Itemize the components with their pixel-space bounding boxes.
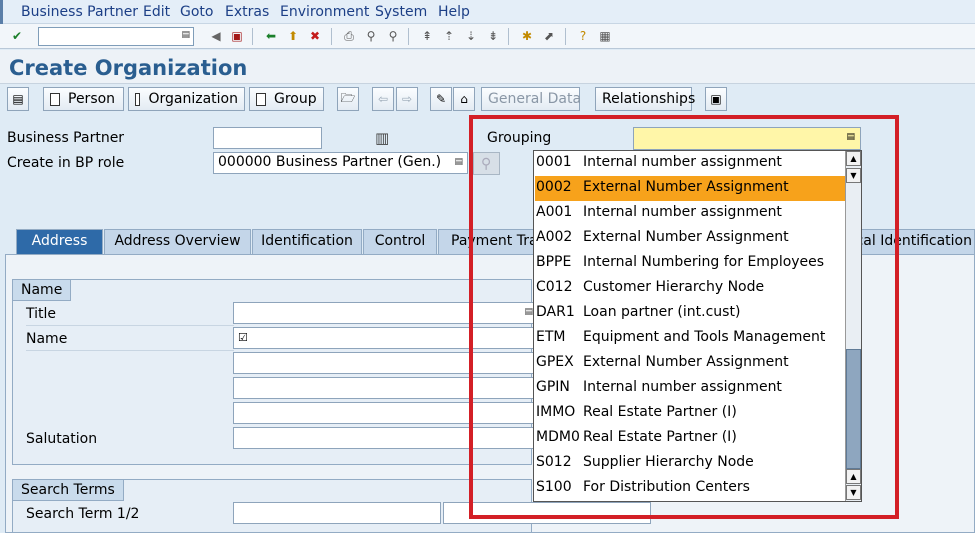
notes-icon: ▣ — [710, 92, 722, 106]
menu-environment[interactable]: Environment — [280, 4, 369, 20]
menu-bar-edge — [0, 0, 3, 24]
toolbar-separator — [331, 28, 332, 45]
factory-icon[interactable]: ▥ — [375, 129, 389, 147]
last-page-icon[interactable]: ⇟ — [484, 27, 502, 45]
hierarchy-icon: ⌂ — [460, 92, 468, 106]
previous-partner-button[interactable]: ⇦ — [372, 87, 394, 111]
business-partner-input[interactable] — [213, 127, 322, 149]
name-label: Name — [26, 329, 234, 351]
search-term-1-input[interactable] — [233, 502, 441, 524]
salutation-label: Salutation — [26, 431, 98, 447]
organization-button[interactable]: Organization — [128, 87, 245, 111]
business-partner-label: Business Partner — [7, 130, 125, 146]
title-bar: Create Organization — [0, 50, 975, 84]
bp-role-value: 000000 Business Partner (Gen.) — [218, 154, 442, 170]
menu-help[interactable]: Help — [438, 4, 470, 20]
command-field[interactable]: ▤ — [38, 27, 194, 46]
print-icon[interactable]: ⎙ — [340, 27, 358, 45]
group-button[interactable]: Group — [249, 87, 324, 111]
next-partner-button[interactable]: ⇨ — [396, 87, 418, 111]
toolbar-separator — [565, 28, 566, 45]
relationships-button-label: Relationships — [602, 91, 696, 107]
cancel-icon[interactable]: ✖ — [306, 27, 324, 45]
arrow-left-icon: ⇦ — [377, 92, 389, 106]
dropdown-arrow-icon: ▤ — [454, 157, 463, 167]
exit-icon[interactable]: ⬆ — [284, 27, 302, 45]
bp-role-select[interactable]: 000000 Business Partner (Gen.) ▤ — [213, 152, 468, 174]
title-label: Title — [26, 304, 234, 326]
switch-display-change-button[interactable]: ✎ — [430, 87, 452, 111]
arrow-right-icon: ⇨ — [401, 92, 413, 106]
toolbar-separator — [252, 28, 253, 45]
relationships-button[interactable]: Relationships — [595, 87, 696, 111]
menu-extras[interactable]: Extras — [225, 4, 269, 20]
open-folder-icon: 🗁 — [340, 90, 356, 105]
menu-business-partner[interactable]: Business Partner — [21, 4, 138, 20]
checkbox-icon: ☑ — [238, 331, 248, 344]
first-page-icon[interactable]: ⇞ — [418, 27, 436, 45]
shortcut-icon[interactable]: ⬈ — [540, 27, 558, 45]
find-icon[interactable]: ⚲ — [362, 27, 380, 45]
person-button[interactable]: Person — [43, 87, 124, 111]
menu-bar: Business Partner Edit Goto Extras Enviro… — [0, 0, 975, 24]
create-session-icon[interactable]: ✱ — [518, 27, 536, 45]
bp-role-label: Create in BP role — [7, 155, 125, 171]
application-toolbar: ▤ Person Organization Group 🗁 ⇦ ⇨ ✎ ⌂ Ge… — [0, 86, 975, 114]
toolbar-separator — [408, 28, 409, 45]
next-page-icon[interactable]: ⇣ — [462, 27, 480, 45]
search-term-label: Search Term 1/2 — [26, 506, 140, 522]
menu-system[interactable]: System — [375, 4, 427, 20]
where-used-button[interactable]: ⌂ — [453, 87, 475, 111]
tab-address[interactable]: Address — [16, 229, 103, 254]
help-icon[interactable]: ? — [574, 27, 592, 45]
previous-page-icon[interactable]: ⇡ — [440, 27, 458, 45]
system-toolbar: ✔ ▤ ◀ ▣ ⬅ ⬆ ✖ ⎙ ⚲ ⚲ ⇞ ⇡ ⇣ ⇟ ✱ ⬈ ? ▦ — [0, 24, 975, 49]
group-button-label: Group — [274, 91, 317, 107]
dropdown-arrow-icon: ▤ — [181, 30, 190, 40]
save-icon[interactable]: ▣ — [228, 27, 246, 45]
name-group-header: Name — [13, 280, 72, 301]
menu-edit[interactable]: Edit — [143, 4, 170, 20]
document-icon — [135, 92, 141, 106]
tab-identification[interactable]: Identification — [252, 229, 362, 254]
open-button[interactable]: 🗁 — [337, 87, 359, 111]
general-data-button-label: General Data — [488, 91, 582, 107]
toggle-locator-button[interactable]: ▤ — [7, 87, 29, 111]
back-arrow-small-icon[interactable]: ◀ — [207, 27, 225, 45]
document-icon — [50, 92, 60, 106]
document-icon — [256, 92, 266, 106]
additional-data-button[interactable]: ▣ — [705, 87, 727, 111]
enter-checkmark-icon[interactable]: ✔ — [8, 27, 26, 45]
pencil-glasses-icon: ✎ — [435, 92, 447, 106]
organization-button-label: Organization — [148, 91, 238, 107]
general-data-button[interactable]: General Data — [481, 87, 582, 111]
search-terms-group-header: Search Terms — [13, 480, 124, 501]
tab-address-overview[interactable]: Address Overview — [104, 229, 251, 254]
back-icon[interactable]: ⬅ — [262, 27, 280, 45]
locator-icon: ▤ — [12, 92, 24, 106]
layout-menu-icon[interactable]: ▦ — [596, 27, 614, 45]
tab-control[interactable]: Control — [363, 229, 437, 254]
toolbar-separator — [508, 28, 509, 45]
person-button-label: Person — [68, 91, 116, 107]
page-title: Create Organization — [9, 56, 248, 80]
highlight-frame — [469, 115, 899, 519]
find-next-icon[interactable]: ⚲ — [384, 27, 402, 45]
menu-goto[interactable]: Goto — [180, 4, 213, 20]
